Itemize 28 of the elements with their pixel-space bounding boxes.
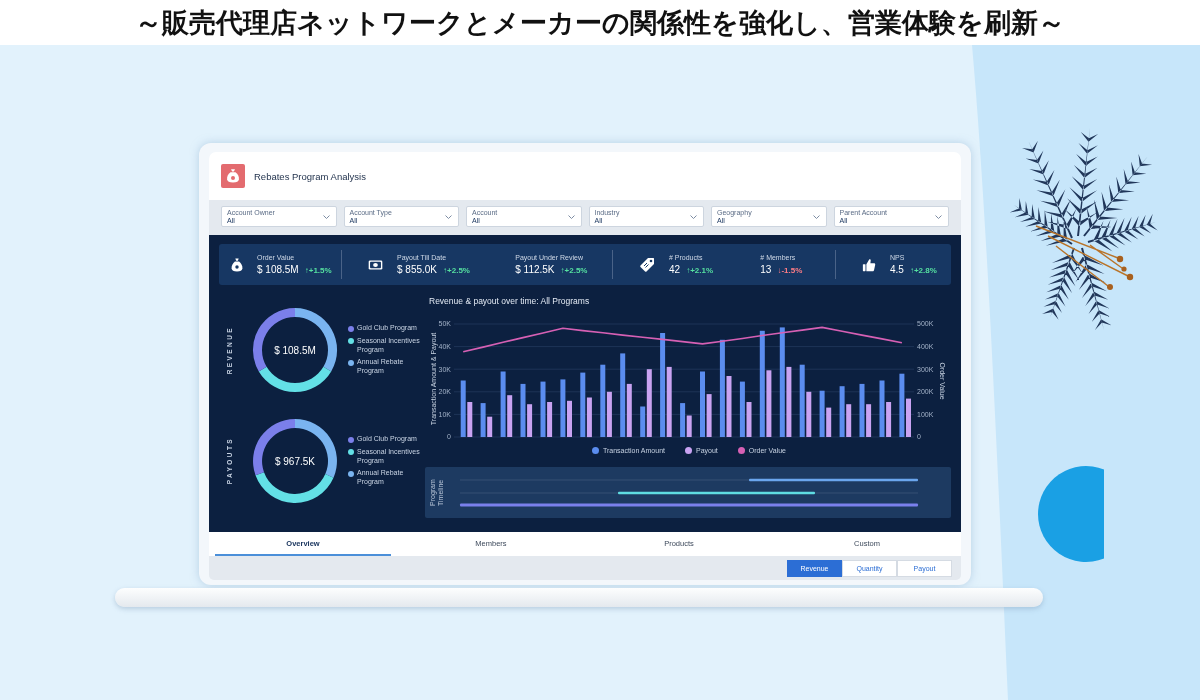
metric-change: ↑+1.5% <box>304 266 332 275</box>
tag-icon <box>639 256 655 273</box>
metric-value: 42 <box>669 264 681 275</box>
money-bag-icon <box>221 164 245 188</box>
metric-value: $ 108.5M <box>257 264 299 275</box>
metric-change: ↑+2.1% <box>686 266 714 275</box>
chevron-down-icon <box>445 214 452 219</box>
banknote-icon <box>368 259 383 270</box>
page-headline: ～販売代理店ネットワークとメーカーの関係性を強化し、営業体験を刷新～ <box>135 5 1065 40</box>
metric-change: ↓-1.5% <box>777 266 803 275</box>
dashboard-title: Rebates Program Analysis <box>254 170 366 182</box>
metric-change: ↑+2.5% <box>443 266 470 275</box>
donut-total: $ 967.5K <box>274 455 315 467</box>
chevron-down-icon <box>935 214 942 219</box>
metric-value: 13 <box>760 264 772 275</box>
thumbs-up-icon <box>862 257 876 272</box>
metric-value: $ 112.5K <box>515 264 555 275</box>
metric-change: ↑+2.5% <box>560 266 588 275</box>
money-bag-icon <box>231 256 243 273</box>
chevron-down-icon <box>322 214 330 219</box>
donut-total: $ 108.5M <box>274 344 316 356</box>
chevron-down-icon <box>567 214 575 219</box>
chevron-down-icon <box>812 214 820 219</box>
metric-value: 4.5 <box>890 264 904 275</box>
metric-change: ↑+2.8% <box>909 266 937 275</box>
metric-value: $ 855.0K <box>397 264 438 275</box>
chevron-down-icon <box>690 214 697 219</box>
chart-title: Revenue & payout over time: All Programs <box>428 295 591 308</box>
